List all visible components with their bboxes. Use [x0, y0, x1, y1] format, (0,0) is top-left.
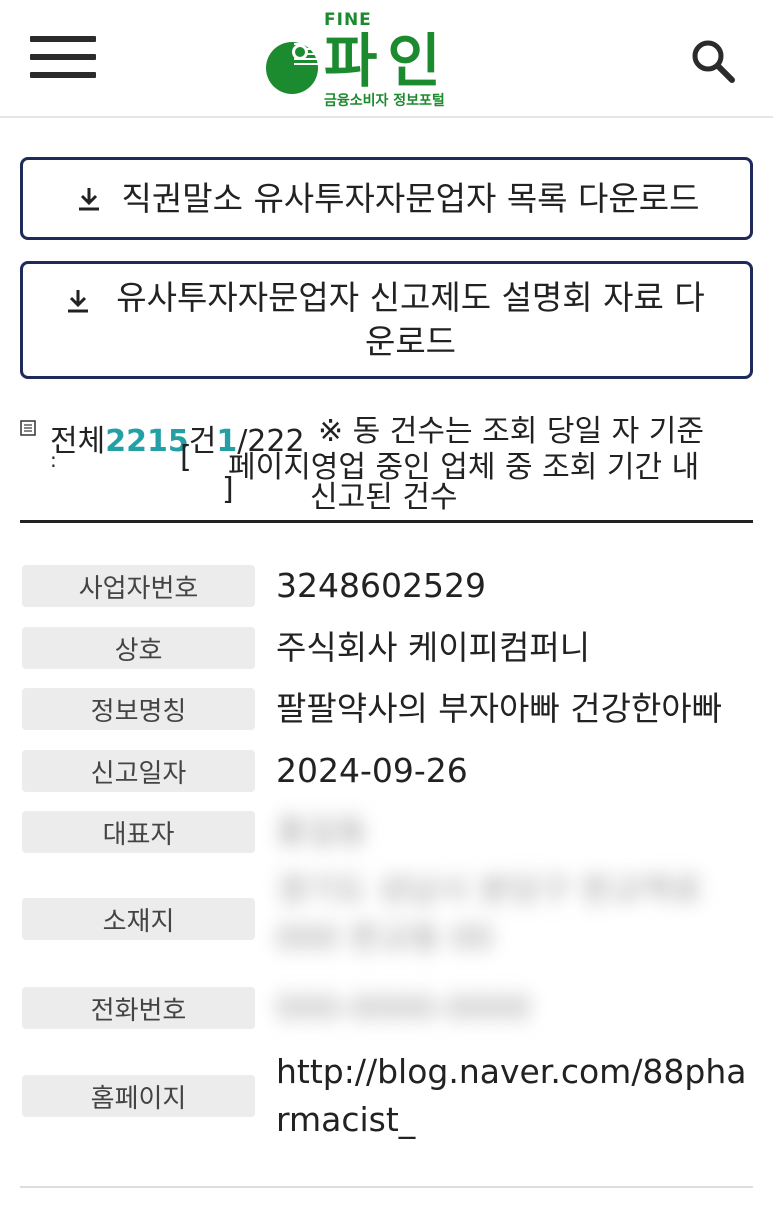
logo-mark-icon	[266, 42, 320, 94]
label-business-number: 사업자번호	[22, 565, 255, 607]
logo-main-text: 파인	[324, 27, 451, 95]
total-unit: 건	[188, 424, 217, 459]
value-business-number: 3248602529	[276, 566, 486, 605]
document-icon	[20, 420, 36, 436]
summary-note-line3: 신고된 건수	[310, 480, 458, 515]
bracket-left: [	[180, 440, 192, 475]
total-count: 2215	[105, 424, 189, 459]
label-homepage: 홈페이지	[22, 1075, 255, 1117]
bottom-divider	[20, 1186, 753, 1188]
download-seminar-button[interactable]: 유사투자자문업자 신고제도 설명회 자료 다운로드	[20, 261, 753, 379]
value-address: 경기도 성남시 분당구 판교역로 000 판교동 00	[276, 870, 703, 957]
value-info-name: 팔팔약사의 부자아빠 건강한아빠	[276, 689, 723, 728]
label-phone: 전화번호	[22, 987, 255, 1029]
value-homepage[interactable]: http://blog.naver.com/88pharmacist_	[276, 1048, 753, 1144]
download-list-label: 직권말소 유사투자자문업자 목록 다운로드	[121, 178, 700, 218]
total-label: 전체	[50, 424, 106, 459]
label-address: 소재지	[22, 898, 255, 940]
value-report-date: 2024-09-26	[276, 751, 468, 790]
download-list-button[interactable]: 직권말소 유사투자자문업자 목록 다운로드	[20, 157, 753, 240]
download-icon	[78, 187, 99, 210]
download-icon	[68, 290, 88, 313]
label-company-name: 상호	[22, 627, 255, 669]
section-divider	[20, 520, 753, 523]
label-representative: 대표자	[22, 811, 255, 853]
hamburger-menu-icon[interactable]	[30, 34, 98, 82]
fine-logo[interactable]: FINE 파인 금융소비자 정보포털	[258, 8, 458, 112]
logo-sub-text: 금융소비자 정보포털	[324, 93, 445, 109]
label-info-name: 정보명칭	[22, 688, 255, 730]
label-report-date: 신고일자	[22, 750, 255, 792]
app-header: FINE 파인 금융소비자 정보포털	[0, 0, 773, 118]
value-company-name: 주식회사 케이피컴퍼니	[276, 628, 591, 667]
separator-mark: :	[50, 448, 57, 472]
search-icon[interactable]	[688, 36, 736, 84]
download-seminar-label: 유사투자자문업자 신고제도 설명회 자료 다운로드	[116, 278, 705, 361]
value-phone: 000-0000-0000	[276, 988, 531, 1027]
result-summary: 전체2215건1/222 : [ ] ※ 동 건수는 조회 당일 자 기준 페이…	[20, 414, 753, 515]
summary-note-line2: 페이지영업 중인 업체 중 조회 기간 내	[228, 450, 700, 485]
value-representative: 홍길동	[276, 812, 368, 851]
